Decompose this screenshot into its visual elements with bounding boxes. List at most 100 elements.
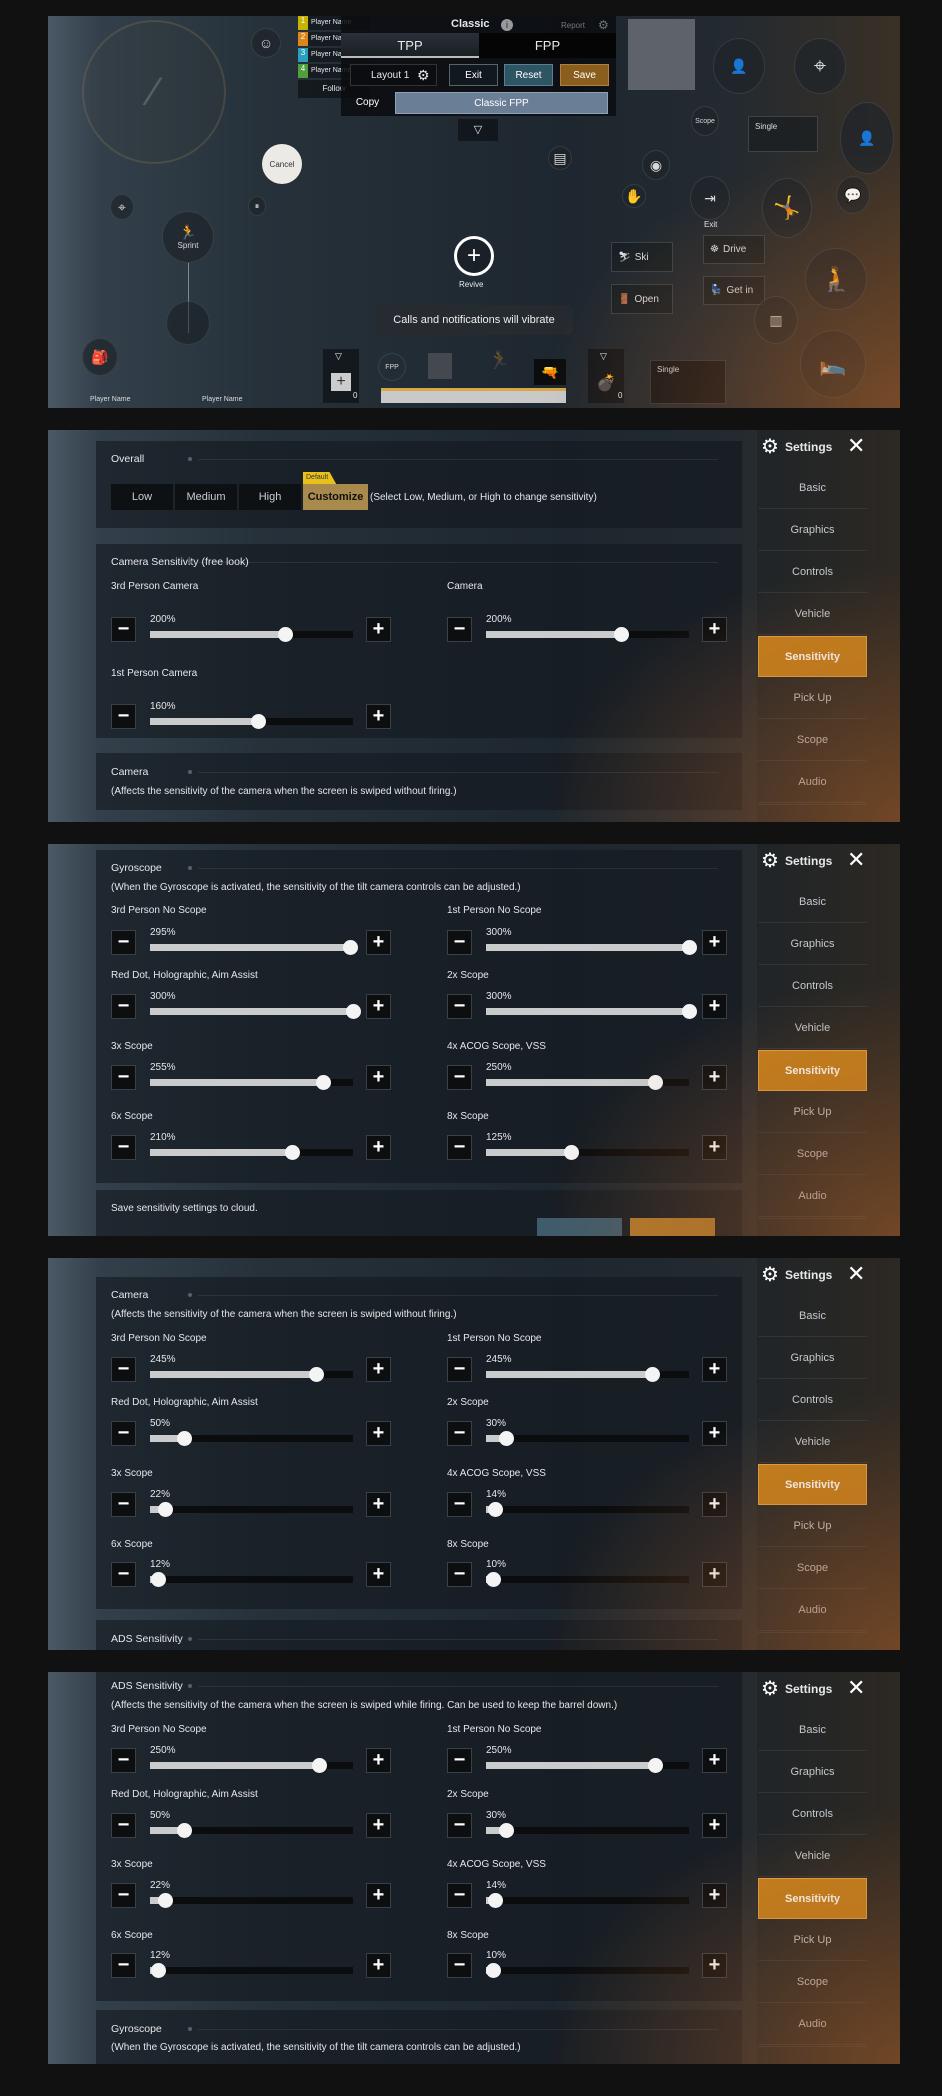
map-marker-icon[interactable]: ⌖	[110, 194, 134, 220]
nav-basic[interactable]: Basic	[758, 882, 867, 923]
nav-graphics[interactable]: Graphics	[758, 1752, 867, 1793]
increase-button[interactable]: +	[366, 1357, 391, 1382]
slider-track[interactable]	[486, 1431, 689, 1446]
increase-button[interactable]: +	[366, 930, 391, 955]
increase-button[interactable]: +	[702, 1953, 727, 1978]
increase-button[interactable]: +	[702, 1065, 727, 1090]
slider-knob[interactable]	[342, 940, 358, 955]
preset-option-low[interactable]: Low	[111, 484, 173, 510]
slider-track[interactable]	[150, 1758, 353, 1773]
hand-icon[interactable]: ✋	[622, 184, 646, 208]
nav-vehicle[interactable]: Vehicle	[758, 1008, 867, 1049]
slider-track[interactable]	[150, 1431, 353, 1446]
slider-knob[interactable]	[682, 940, 697, 955]
slider-knob[interactable]	[285, 1145, 301, 1160]
increase-button[interactable]: +	[366, 994, 391, 1019]
increase-button[interactable]: +	[366, 1562, 391, 1587]
view-switch-fpp[interactable]: FPP	[378, 353, 406, 381]
slider-track[interactable]	[150, 627, 353, 642]
preset-option-customize[interactable]: Customize	[303, 484, 368, 510]
decrease-button[interactable]: −	[447, 1421, 472, 1446]
decrease-button[interactable]: −	[447, 1953, 472, 1978]
nav-scope[interactable]: Scope	[758, 720, 867, 761]
nav-audio[interactable]: Audio	[758, 762, 867, 803]
peek-eye-icon[interactable]: ◉	[642, 150, 670, 180]
slider-knob[interactable]	[485, 1572, 501, 1587]
increase-button[interactable]: +	[702, 1135, 727, 1160]
increase-button[interactable]: +	[366, 1748, 391, 1773]
increase-button[interactable]: +	[702, 1883, 727, 1908]
jump-icon[interactable]: 🤸	[762, 178, 812, 238]
slider-track[interactable]	[486, 627, 689, 642]
increase-button[interactable]: +	[702, 1813, 727, 1838]
nav-scope[interactable]: Scope	[758, 1134, 867, 1175]
gear-icon[interactable]: ⚙	[598, 18, 609, 32]
slider-track[interactable]	[150, 1502, 353, 1517]
nav-graphics[interactable]: Graphics	[758, 924, 867, 965]
increase-button[interactable]: +	[702, 617, 727, 642]
drive-button[interactable]: ☸ Drive	[703, 235, 765, 264]
increase-button[interactable]: +	[702, 1492, 727, 1517]
crosshair-icon[interactable]: ⌖	[794, 38, 846, 94]
slider-track[interactable]	[485, 1963, 689, 1978]
increase-button[interactable]: +	[366, 1135, 391, 1160]
chat-icon[interactable]: 💬	[836, 176, 870, 214]
nav-controls[interactable]: Controls	[758, 1380, 867, 1421]
decrease-button[interactable]: −	[111, 1065, 136, 1090]
close-icon[interactable]: ✕	[847, 848, 865, 872]
slider-knob[interactable]	[682, 1004, 697, 1019]
decrease-button[interactable]: −	[111, 617, 136, 642]
slider-track[interactable]	[486, 1893, 689, 1908]
exit-vehicle-button[interactable]: ⇥	[690, 176, 730, 220]
slider-track[interactable]	[150, 1004, 361, 1019]
slider-track[interactable]	[150, 1367, 353, 1382]
increase-button[interactable]: +	[702, 1421, 727, 1446]
cloud-upload-button[interactable]	[537, 1218, 622, 1236]
increase-button[interactable]: +	[702, 994, 727, 1019]
slider-track[interactable]	[150, 1823, 353, 1838]
slider-knob[interactable]	[176, 1431, 192, 1446]
decrease-button[interactable]: −	[111, 1135, 136, 1160]
decrease-button[interactable]: −	[111, 1953, 136, 1978]
emote-icon[interactable]: ☺	[251, 28, 281, 58]
decrease-button[interactable]: −	[111, 994, 136, 1019]
slider-knob[interactable]	[315, 1075, 331, 1090]
backpack-icon[interactable]: 🎒	[82, 338, 118, 376]
nav-sensitivity[interactable]: Sensitivity	[758, 1464, 867, 1505]
open-door-button[interactable]: 🚪 Open	[611, 284, 673, 314]
increase-button[interactable]: +	[366, 1813, 391, 1838]
tab-fpp[interactable]: FPP	[479, 33, 616, 58]
slider-track[interactable]	[486, 1823, 689, 1838]
decrease-button[interactable]: −	[447, 1357, 472, 1382]
slider-track[interactable]	[486, 1502, 689, 1517]
decrease-button[interactable]: −	[111, 1562, 136, 1587]
tab-tpp[interactable]: TPP	[341, 33, 479, 58]
decrease-button[interactable]: −	[447, 1562, 472, 1587]
decrease-button[interactable]: −	[111, 1357, 136, 1382]
nav-audio[interactable]: Audio	[758, 1176, 867, 1217]
nav-controls[interactable]: Controls	[758, 966, 867, 1007]
collapse-chevron-icon[interactable]: ▽	[458, 119, 498, 141]
decrease-button[interactable]: −	[111, 1813, 136, 1838]
increase-button[interactable]: +	[702, 1748, 727, 1773]
decrease-button[interactable]: −	[447, 1492, 472, 1517]
exit-button[interactable]: Exit	[449, 64, 498, 86]
nav-pick-up[interactable]: Pick Up	[758, 678, 867, 719]
nav-graphics[interactable]: Graphics	[758, 1338, 867, 1379]
copy-button[interactable]: Copy	[341, 92, 394, 114]
nav-basic[interactable]: Basic	[758, 1296, 867, 1337]
decrease-button[interactable]: −	[447, 1135, 472, 1160]
slider-track[interactable]	[486, 1075, 689, 1090]
nav-sensitivity[interactable]: Sensitivity	[758, 1878, 867, 1919]
decrease-button[interactable]: −	[111, 1492, 136, 1517]
reset-button[interactable]: Reset	[504, 64, 553, 86]
slider-track[interactable]	[486, 1145, 689, 1160]
sprint-button[interactable]: 🏃 Sprint	[162, 211, 214, 263]
decrease-button[interactable]: −	[111, 930, 136, 955]
ammo-icon[interactable]: ▤	[548, 146, 572, 170]
crouch-icon[interactable]: 🧎	[805, 248, 867, 310]
preset-option-medium[interactable]: Medium	[175, 484, 237, 510]
slider-track[interactable]	[150, 1075, 353, 1090]
ladder-icon[interactable]: ▥	[754, 296, 798, 344]
nav-graphics[interactable]: Graphics	[758, 510, 867, 551]
